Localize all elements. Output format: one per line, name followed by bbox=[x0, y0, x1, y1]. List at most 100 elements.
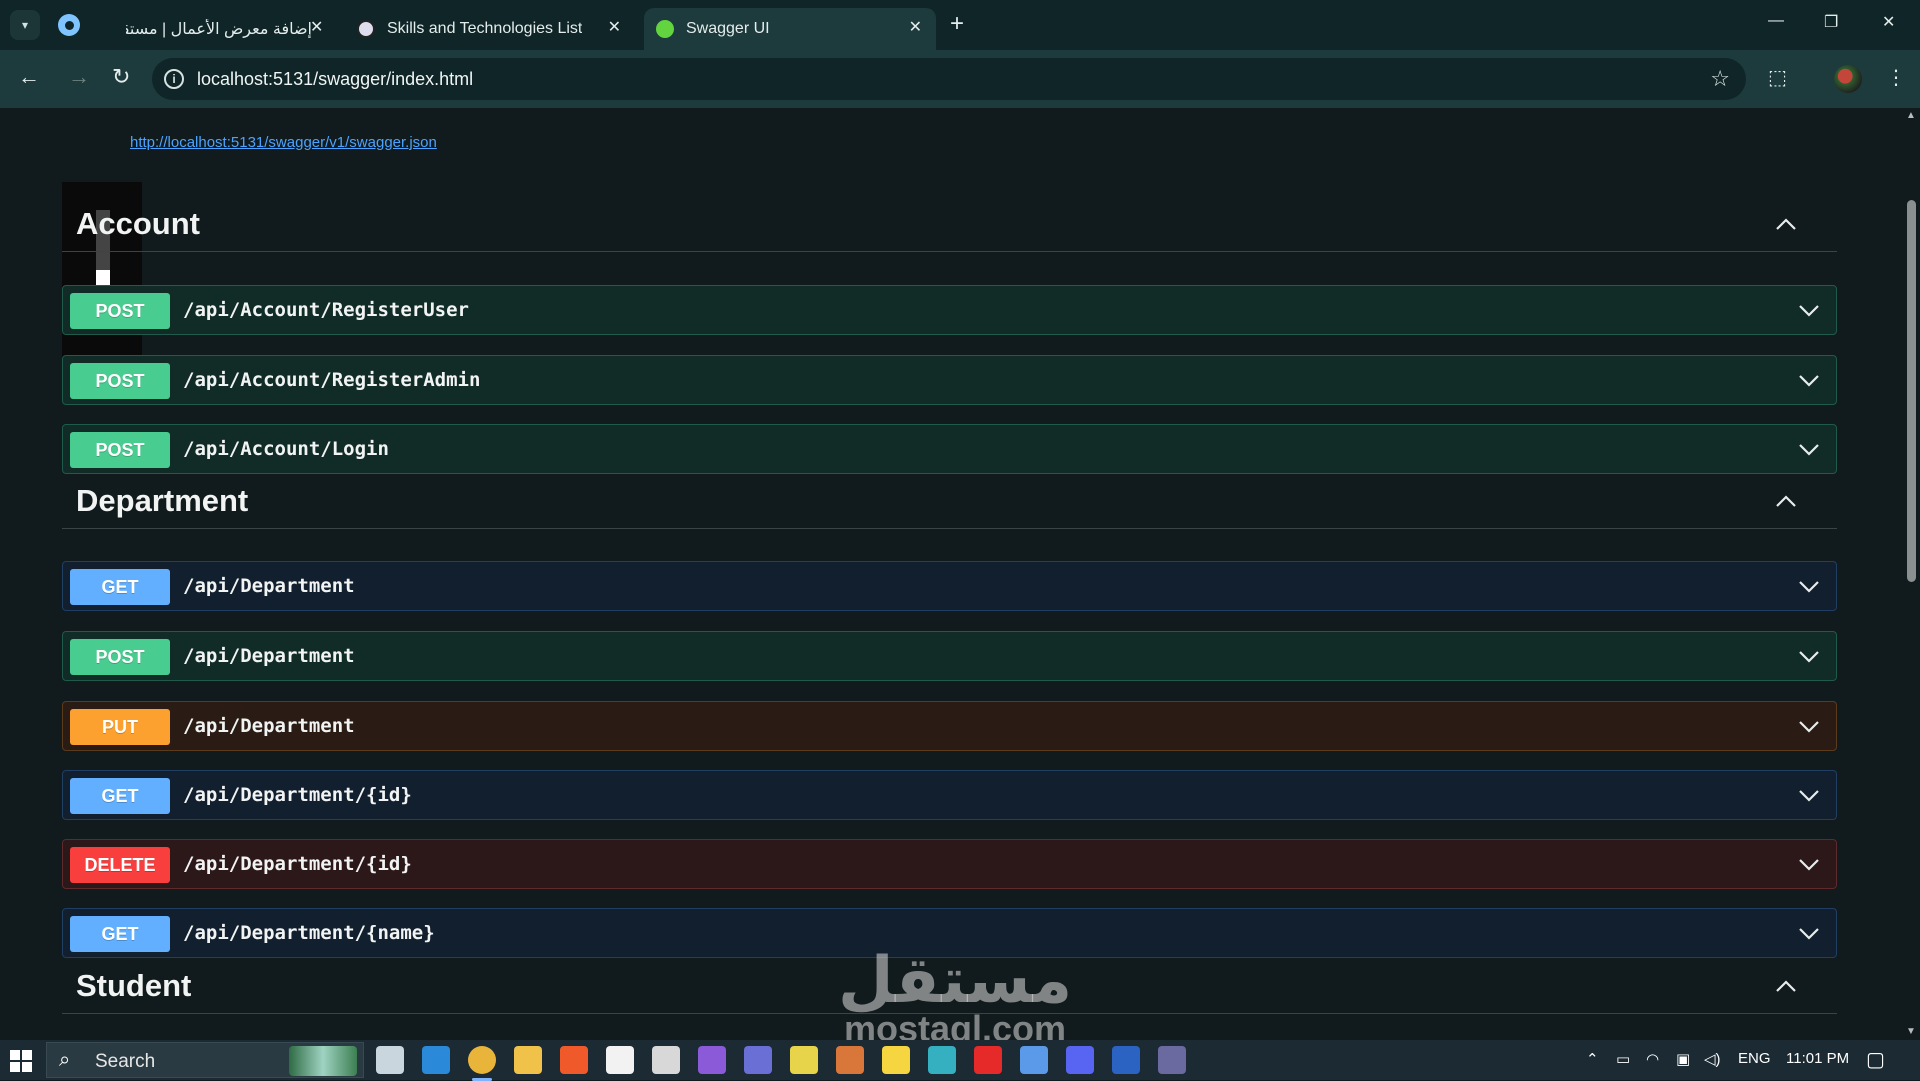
operation-row[interactable]: POST/api/Account/Login bbox=[62, 424, 1837, 474]
openai-icon bbox=[357, 20, 375, 38]
reload-button[interactable]: ↻ bbox=[112, 66, 130, 88]
tab-title: Skills and Technologies List bbox=[387, 20, 583, 37]
chevron-down-icon[interactable] bbox=[1796, 574, 1822, 600]
chevron-up-icon[interactable] bbox=[1773, 212, 1799, 238]
bookmark-star-icon[interactable]: ☆ bbox=[1710, 66, 1730, 92]
browser-toolbar: ← → ↻ i localhost:5131/swagger/index.htm… bbox=[0, 50, 1920, 108]
swagger-json-link[interactable]: http://localhost:5131/swagger/v1/swagger… bbox=[130, 134, 437, 151]
forward-button[interactable]: → bbox=[68, 66, 90, 88]
address-url[interactable]: localhost:5131/swagger/index.html bbox=[197, 69, 473, 90]
section-title: Student bbox=[76, 968, 192, 1003]
edge-icon[interactable] bbox=[928, 1046, 956, 1074]
operation-row[interactable]: POST/api/Department bbox=[62, 631, 1837, 681]
chevron-up-icon[interactable] bbox=[1773, 489, 1799, 515]
sticky-app-icon[interactable] bbox=[790, 1046, 818, 1074]
back-button[interactable]: ← bbox=[18, 66, 40, 88]
close-icon[interactable]: ✕ bbox=[608, 20, 621, 36]
address-bar[interactable]: i localhost:5131/swagger/index.html ☆ bbox=[152, 58, 1746, 100]
section-title: Account bbox=[76, 206, 200, 241]
close-window-button[interactable]: ✕ bbox=[1882, 12, 1895, 32]
method-badge: PUT bbox=[70, 709, 170, 745]
operation-path: /api/Department bbox=[183, 575, 355, 597]
operation-path: /api/Department bbox=[183, 645, 355, 667]
chevron-down-icon[interactable] bbox=[1796, 437, 1822, 463]
chevron-down-icon[interactable] bbox=[1796, 298, 1822, 324]
word-icon[interactable] bbox=[1112, 1046, 1140, 1074]
section-header-account[interactable]: Account bbox=[62, 196, 1837, 252]
operation-row[interactable]: GET/api/Department/{id} bbox=[62, 770, 1837, 820]
wifi-icon[interactable]: ◠ bbox=[1646, 1050, 1659, 1068]
sticky-notes-icon[interactable] bbox=[882, 1046, 910, 1074]
discord-icon[interactable] bbox=[1066, 1046, 1094, 1074]
tab-mostaql[interactable]: إضافة معرض الأعمال | مستقل ✕ bbox=[96, 8, 336, 50]
clock[interactable]: 11:01 PM bbox=[1786, 1050, 1849, 1067]
notifications-icon[interactable]: ▢ bbox=[1866, 1047, 1885, 1072]
tab-search-button[interactable]: ▾ bbox=[10, 10, 40, 40]
windows-start-icon[interactable] bbox=[10, 1050, 32, 1072]
chevron-down-icon[interactable] bbox=[1796, 644, 1822, 670]
chevron-down-icon[interactable] bbox=[1796, 783, 1822, 809]
minimize-button[interactable]: — bbox=[1768, 12, 1784, 30]
chevron-up-icon[interactable] bbox=[1773, 974, 1799, 1000]
brave-icon[interactable] bbox=[560, 1046, 588, 1074]
scroll-up-icon[interactable]: ▲ bbox=[1906, 110, 1916, 121]
profile-avatar[interactable] bbox=[1834, 65, 1862, 93]
language-indicator[interactable]: ENG bbox=[1738, 1050, 1771, 1067]
chevron-down-icon[interactable] bbox=[1796, 368, 1822, 394]
notion-icon[interactable] bbox=[606, 1046, 634, 1074]
section-header-department[interactable]: Department bbox=[62, 473, 1837, 529]
operation-row[interactable]: PUT/api/Department bbox=[62, 701, 1837, 751]
tab-swagger[interactable]: Swagger UI ✕ bbox=[644, 8, 936, 50]
site-info-icon[interactable]: i bbox=[164, 69, 184, 89]
chevron-down-icon[interactable] bbox=[1796, 714, 1822, 740]
extensions-icon[interactable]: ⬚ bbox=[1768, 65, 1787, 90]
method-badge: POST bbox=[70, 293, 170, 329]
mostaql-watermark: مستقل mostaql.com bbox=[838, 948, 1072, 1040]
operation-row[interactable]: GET/api/Department bbox=[62, 561, 1837, 611]
operation-row[interactable]: POST/api/Account/RegisterUser bbox=[62, 285, 1837, 335]
claude-icon[interactable] bbox=[836, 1046, 864, 1074]
unity-icon[interactable] bbox=[652, 1046, 680, 1074]
method-badge: GET bbox=[70, 916, 170, 952]
operation-path: /api/Account/RegisterAdmin bbox=[183, 369, 481, 391]
volume-icon[interactable]: ◁) bbox=[1704, 1050, 1721, 1068]
chrome-icon[interactable] bbox=[468, 1046, 496, 1081]
chevron-down-icon[interactable] bbox=[1796, 852, 1822, 878]
close-icon[interactable]: ✕ bbox=[310, 20, 323, 36]
page-scrollbar[interactable]: ▲ ▼ bbox=[1902, 108, 1920, 1040]
swagger-page: http://localhost:5131/swagger/v1/swagger… bbox=[0, 108, 1920, 1040]
watermark-latin: mostaql.com bbox=[844, 1008, 1067, 1041]
browser-tab-strip: ▾ إضافة معرض الأعمال | مستقل ✕ Skills an… bbox=[0, 0, 1920, 50]
method-badge: POST bbox=[70, 363, 170, 399]
tray-chevron-icon[interactable]: ⌃ bbox=[1586, 1050, 1599, 1068]
youtube-icon[interactable] bbox=[974, 1046, 1002, 1074]
restore-button[interactable]: ❐ bbox=[1824, 12, 1838, 32]
terminal-icon[interactable] bbox=[1158, 1046, 1186, 1074]
task-view-icon[interactable] bbox=[376, 1046, 404, 1074]
tab-title: Swagger UI bbox=[686, 20, 770, 37]
file-explorer-icon[interactable] bbox=[514, 1046, 542, 1074]
operation-path: /api/Department/{name} bbox=[183, 922, 435, 944]
tab-skills[interactable]: Skills and Technologies List ✕ bbox=[345, 8, 635, 50]
chevron-down-icon[interactable] bbox=[1796, 921, 1822, 947]
search-icon: ⌕ bbox=[59, 1049, 71, 1071]
scroll-down-icon[interactable]: ▼ bbox=[1906, 1026, 1916, 1037]
battery-icon[interactable]: ▭ bbox=[1616, 1050, 1630, 1068]
operation-row[interactable]: DELETE/api/Department/{id} bbox=[62, 839, 1837, 889]
operation-row[interactable]: POST/api/Account/RegisterAdmin bbox=[62, 355, 1837, 405]
method-badge: POST bbox=[70, 432, 170, 468]
extension-tab-icon[interactable] bbox=[58, 14, 80, 36]
close-icon[interactable]: ✕ bbox=[909, 20, 922, 36]
taskbar-search[interactable]: ⌕ Search bbox=[46, 1042, 364, 1078]
search-highlight-image bbox=[289, 1046, 357, 1076]
scroll-thumb[interactable] bbox=[1907, 200, 1916, 582]
vscode-icon[interactable] bbox=[422, 1046, 450, 1074]
section-title: Department bbox=[76, 483, 249, 518]
teams-icon[interactable] bbox=[744, 1046, 772, 1074]
new-tab-button[interactable]: + bbox=[950, 12, 964, 36]
operation-path: /api/Department bbox=[183, 715, 355, 737]
copilot-icon[interactable] bbox=[1020, 1046, 1048, 1074]
meet-icon[interactable]: ▣ bbox=[1676, 1050, 1690, 1068]
browser-menu-icon[interactable]: ⋮ bbox=[1886, 65, 1906, 90]
visual-studio-icon[interactable] bbox=[698, 1046, 726, 1074]
